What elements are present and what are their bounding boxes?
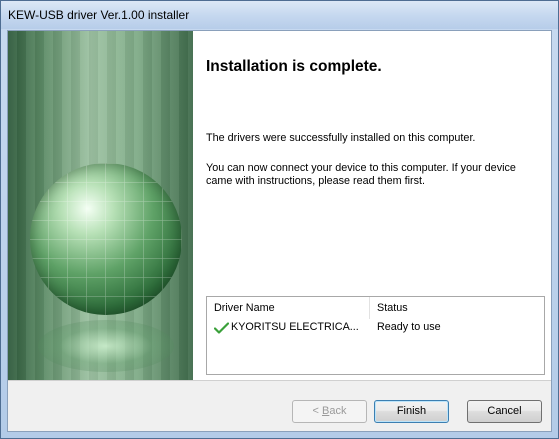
driver-name-cell: KYORITSU ELECTRICA... — [231, 321, 359, 333]
globe-grid-lines — [30, 163, 182, 315]
title-bar[interactable]: KEW-USB driver Ver.1.00 installer — [1, 1, 558, 29]
green-check-icon — [214, 322, 229, 334]
cancel-button[interactable]: Cancel — [467, 400, 542, 423]
instructions-line-1: You can now connect your device to this … — [206, 162, 516, 174]
column-header-driver-name[interactable]: Driver Name — [207, 297, 370, 319]
instructions-line-2: came with instructions, please read them… — [206, 175, 426, 187]
globe-reflection — [38, 320, 174, 372]
driver-list[interactable]: Driver Name Status KYORITSU ELECTRICA...… — [206, 296, 545, 375]
driver-status-cell: Ready to use — [377, 321, 441, 333]
back-button-prefix: < — [312, 405, 322, 417]
window-title: KEW-USB driver Ver.1.00 installer — [8, 8, 190, 22]
success-message: The drivers were successfully installed … — [206, 132, 476, 144]
page-title: Installation is complete. — [206, 58, 382, 75]
column-header-status[interactable]: Status — [370, 297, 544, 319]
installer-window: KEW-USB driver Ver.1.00 installer Instal… — [0, 0, 559, 439]
finish-button[interactable]: Finish — [374, 400, 449, 423]
back-button[interactable]: < Back — [292, 400, 367, 423]
wizard-client-area: Installation is complete. The drivers we… — [7, 30, 552, 432]
back-button-rest: ack — [329, 405, 347, 417]
table-row[interactable]: KYORITSU ELECTRICA... Ready to use — [207, 319, 544, 337]
button-bar: < Back Finish Cancel — [8, 380, 551, 431]
globe-banner-image — [8, 31, 193, 380]
